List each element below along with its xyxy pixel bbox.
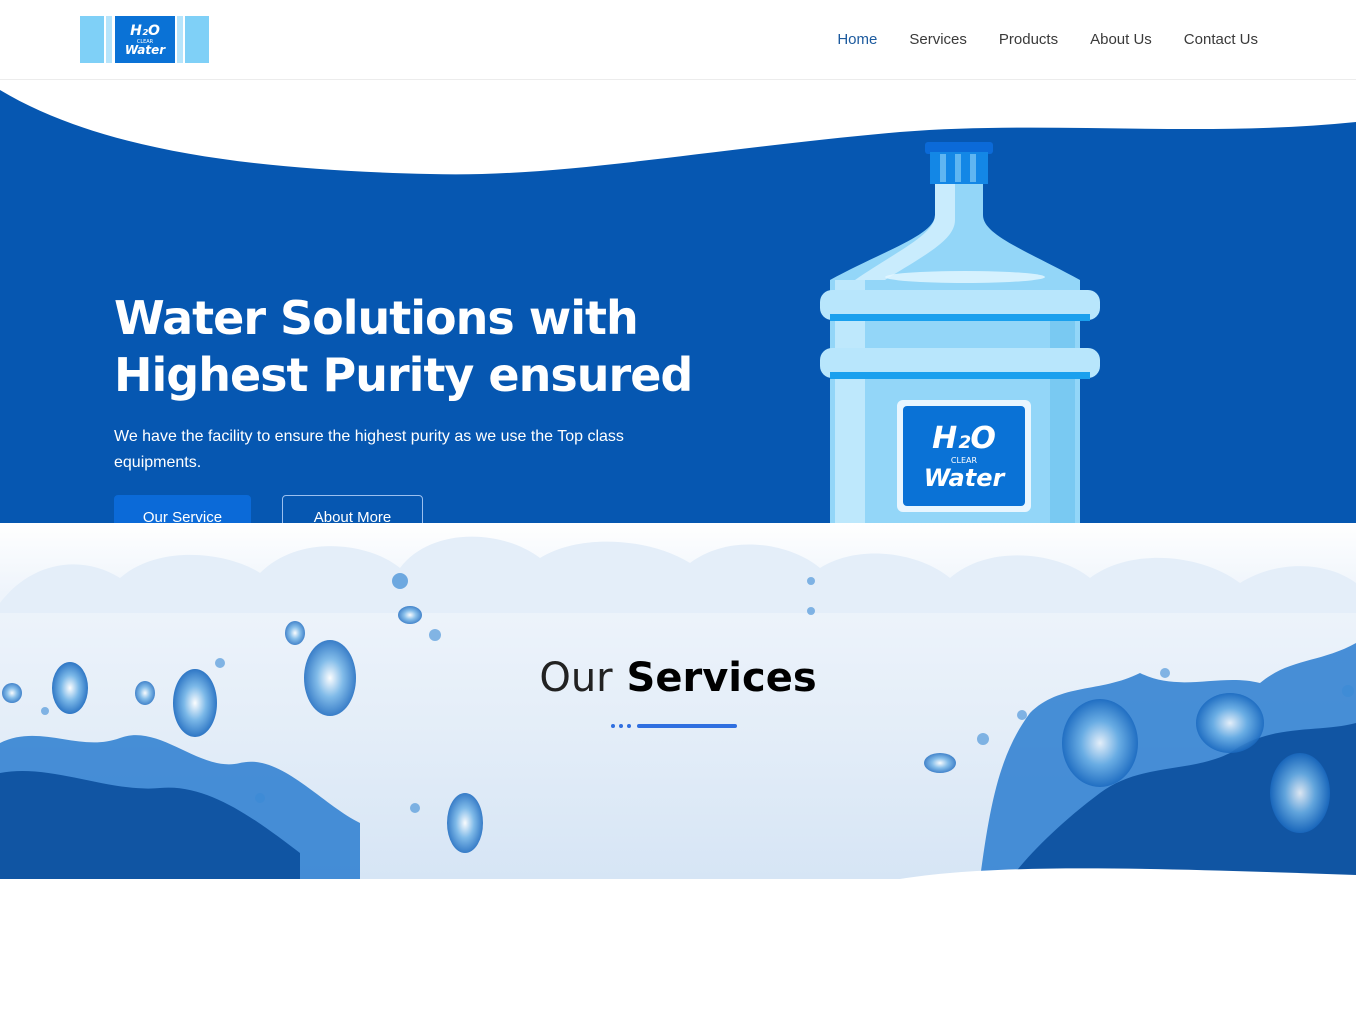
services-title: Our Services [0, 655, 1356, 701]
services-title-bold: Services [626, 655, 817, 701]
nav-home[interactable]: Home [837, 30, 877, 50]
main-nav: Home Services Products About Us Contact … [805, 30, 1258, 50]
hero-title: Water Solutions with Highest Purity ensu… [114, 290, 734, 404]
nav-services[interactable]: Services [909, 30, 967, 50]
logo-text-h2o: H₂O [130, 23, 160, 39]
hero-title-line2: Highest Purity ensured [114, 348, 693, 402]
hero-subtitle: We have the facility to ensure the highe… [114, 428, 624, 471]
water-splash-background [0, 536, 1356, 879]
site-logo[interactable]: H₂O CLEAR Water [80, 16, 209, 63]
logo-graphic: H₂O CLEAR Water [80, 16, 209, 63]
logo-text-water: Water [125, 43, 166, 57]
site-header: H₂O CLEAR Water Home Services Products A… [0, 0, 1356, 80]
services-title-light: Our [539, 655, 613, 701]
section-divider [611, 724, 737, 728]
nav-products[interactable]: Products [999, 30, 1058, 50]
hero-top-wave [0, 80, 1356, 175]
nav-contact-us[interactable]: Contact Us [1184, 30, 1258, 50]
hero-title-line1: Water Solutions with [114, 291, 639, 345]
hero-section: Water Solutions with Highest Purity ensu… [0, 80, 1356, 523]
about-more-button[interactable]: About More [282, 495, 423, 523]
bottle-label-water: Water [924, 464, 1007, 492]
our-service-button[interactable]: Our Service [114, 495, 251, 523]
nav-about-us[interactable]: About Us [1090, 30, 1152, 50]
water-bottle-image: H₂O CLEAR Water [820, 142, 1100, 523]
services-section: Our Services [0, 523, 1356, 879]
bottle-label-h2o: H₂O [932, 421, 996, 456]
